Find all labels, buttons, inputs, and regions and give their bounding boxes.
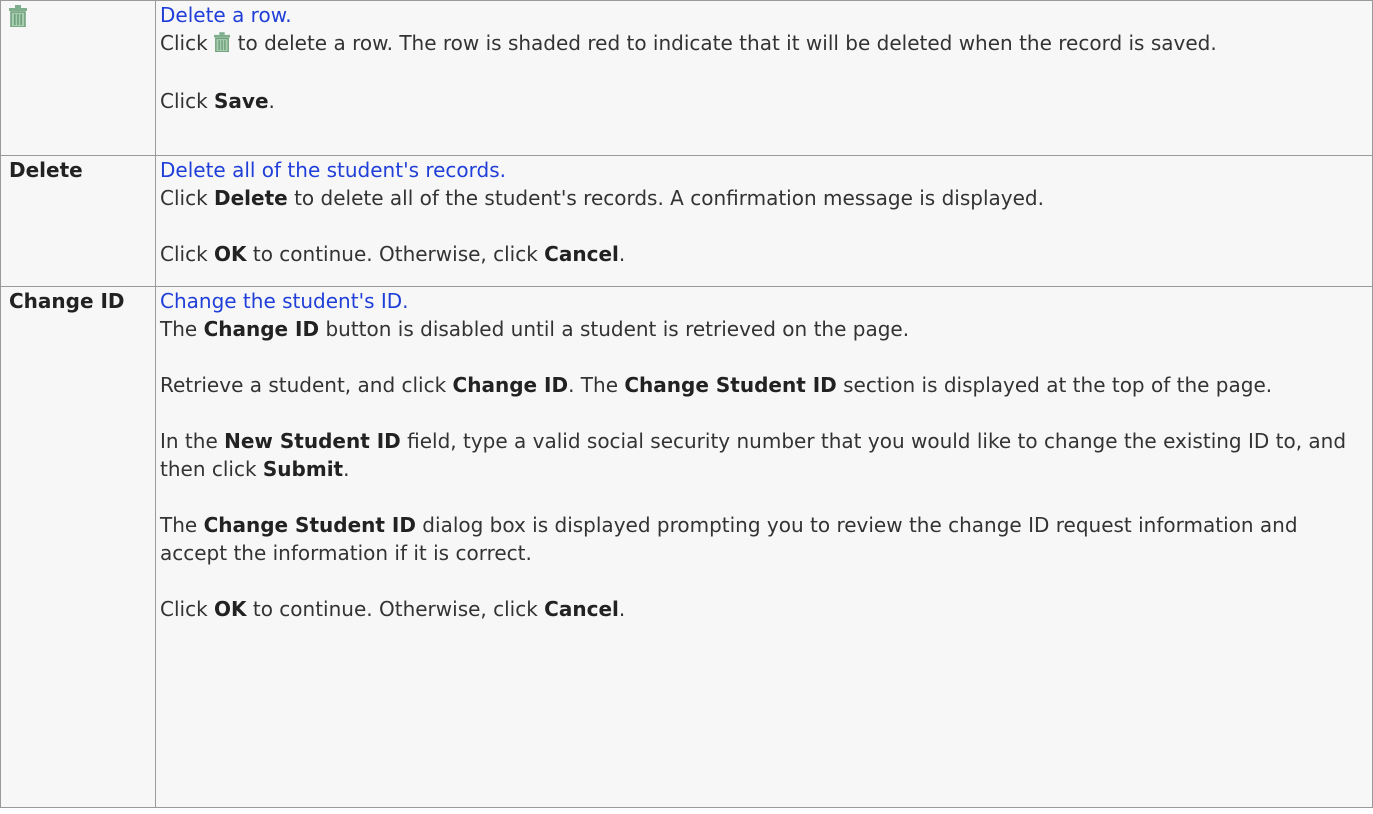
description-cell: Delete all of the student's records. Cli…	[155, 155, 1373, 287]
bold-text: Change ID	[203, 317, 320, 341]
delete-records-link[interactable]: Delete all of the student's records.	[160, 156, 1366, 184]
delete-row-link[interactable]: Delete a row.	[160, 1, 1366, 29]
paragraph: Click Save.	[160, 87, 1366, 115]
term-cell	[0, 0, 156, 156]
bold-text: Submit	[262, 457, 344, 481]
text: The	[160, 513, 204, 537]
term-cell: Delete	[0, 155, 156, 287]
bold-text: Change Student ID	[624, 373, 837, 397]
bold-text: Save	[214, 89, 269, 113]
text: .	[343, 457, 350, 481]
bold-text: Cancel	[544, 242, 619, 266]
term-cell: Change ID	[0, 286, 156, 808]
text: .	[268, 89, 275, 113]
text: to delete all of the student's records. …	[287, 186, 1044, 210]
term-delete: Delete	[9, 158, 83, 182]
trash-can-icon	[213, 31, 230, 59]
bold-text: OK	[214, 597, 247, 621]
description-cell: Delete a row. Click to delete a row. The…	[155, 0, 1373, 156]
text: Retrieve a student, and click	[160, 373, 453, 397]
text: Click	[160, 242, 215, 266]
text: Click	[160, 89, 215, 113]
definition-table: Delete a row. Click to delete a row. The…	[0, 0, 1373, 808]
paragraph: Click OK to continue. Otherwise, click C…	[160, 595, 1366, 623]
text: to continue. Otherwise, click	[246, 597, 545, 621]
description-cell: Change the student's ID. The Change ID b…	[155, 286, 1373, 808]
bold-text: Change ID	[452, 373, 569, 397]
text: .	[618, 597, 626, 621]
bold-text: Change Student ID	[203, 513, 416, 537]
paragraph: Retrieve a student, and click Change ID.…	[160, 371, 1366, 399]
paragraph: Click OK to continue. Otherwise, click C…	[160, 240, 1366, 268]
table-row: Delete a row. Click to delete a row. The…	[0, 0, 1373, 156]
text: to continue. Otherwise, click	[246, 242, 545, 266]
table-row: Delete Delete all of the student's recor…	[0, 155, 1373, 287]
text: The	[160, 317, 204, 341]
text: to delete a row. The row is shaded red t…	[237, 31, 1217, 55]
text: Click	[160, 597, 215, 621]
bold-text: Delete	[214, 186, 288, 210]
paragraph: The Change ID button is disabled until a…	[160, 315, 1366, 343]
text: section is displayed at the top of the p…	[836, 373, 1273, 397]
trash-can-icon	[9, 5, 155, 32]
table-row: Change ID Change the student's ID. The C…	[0, 286, 1373, 808]
text: Click	[160, 186, 215, 210]
text: . The	[568, 373, 625, 397]
paragraph: Click to delete a row. The row is shaded…	[160, 29, 1366, 59]
text: In the	[160, 429, 225, 453]
text: button is disabled until a student is re…	[319, 317, 910, 341]
paragraph: The Change Student ID dialog box is disp…	[160, 511, 1366, 567]
paragraph: Click Delete to delete all of the studen…	[160, 184, 1366, 212]
bold-text: New Student ID	[224, 429, 401, 453]
paragraph: In the New Student ID field, type a vali…	[160, 427, 1366, 483]
text: Click	[160, 31, 208, 55]
bold-text: OK	[214, 242, 247, 266]
bold-text: Cancel	[544, 597, 619, 621]
text: .	[618, 242, 626, 266]
term-change-id: Change ID	[9, 289, 125, 313]
change-id-link[interactable]: Change the student's ID.	[160, 287, 1366, 315]
